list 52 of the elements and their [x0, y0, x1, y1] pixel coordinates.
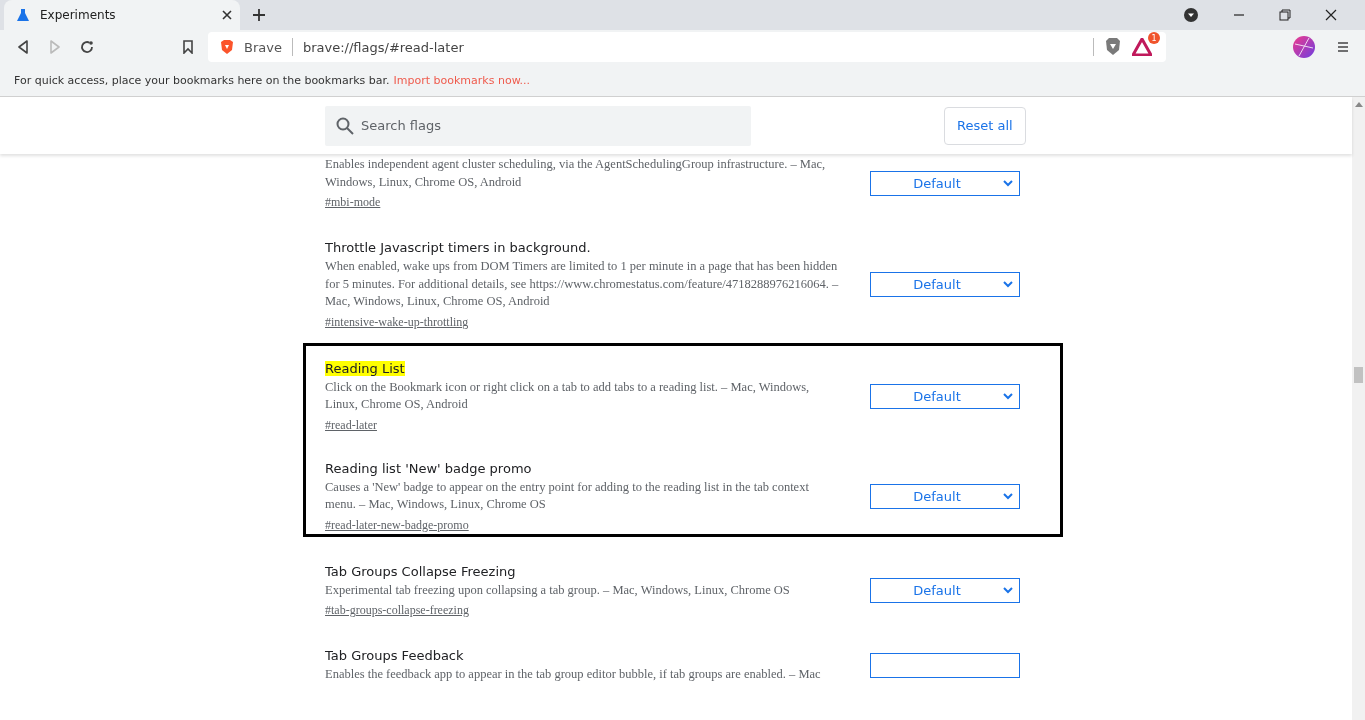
flag-link[interactable]: #read-later-new-badge-promo: [325, 517, 469, 532]
scrollbar-thumb[interactable]: [1354, 367, 1363, 383]
flag-description: Enables the feedback app to appear in the tab group editor bubble, if tab groups are enabled. – Mac: [325, 666, 822, 683]
flag-description: Experimental tab freezing upon collapsing a tab group. – Mac, Windows, Linux, Chrome OS: [325, 581, 791, 599]
flag-dropdown[interactable]: Default: [870, 384, 1020, 409]
avatar-icon[interactable]: [1293, 36, 1315, 58]
lion-shield-icon[interactable]: [1104, 37, 1122, 57]
dropdown-icon[interactable]: [1183, 7, 1199, 23]
lion-shield-icon: [220, 39, 234, 55]
flag-title: Reading List: [325, 360, 405, 376]
flag-dropdown[interactable]: [870, 652, 1020, 678]
close-icon[interactable]: [1325, 9, 1337, 21]
flag-title: Throttle Javascript timers in background.: [325, 240, 591, 255]
back-icon[interactable]: [16, 40, 30, 54]
close-icon[interactable]: [222, 10, 232, 20]
flag-link[interactable]: #mbi-mode: [325, 195, 381, 209]
chevron-down-icon: [1003, 393, 1013, 400]
flag-link[interactable]: #read-later: [325, 417, 377, 432]
flag-title: Tab Groups Feedback: [325, 648, 464, 663]
new-tab-icon[interactable]: [252, 8, 266, 22]
flag-description: When enabled, wake ups from DOM Timers are limited to 1 per minute in a page that has been hidden for 5 minutes. For additional details, see https://www.chromestatus.com/feature/4718288976216064. – Mac, Windows, Linux, Chrome OS, Android: [325, 258, 840, 310]
chevron-down-icon: [1003, 281, 1013, 289]
chevron-down-icon: [1003, 587, 1013, 595]
address-bar[interactable]: Brave brave://flags/#read-later 1: [208, 32, 1166, 62]
tab-title: Experiments: [40, 8, 117, 22]
flag-description: Click on the Bookmark icon or right click on a tab to add tabs to a reading list. – Mac, Windows, Linux, Chrome OS, Android: [325, 378, 811, 413]
flag-dropdown[interactable]: Default: [870, 484, 1020, 509]
flag-description: Causes a 'New' badge to appear on the entry point for adding to the reading list in the tab context menu. – Mac, Windows, Linux, Chrome OS: [325, 478, 810, 513]
import-bookmarks-link[interactable]: Import bookmarks now...: [393, 73, 531, 87]
scroll-up-icon[interactable]: [1354, 101, 1363, 107]
flag-dropdown[interactable]: Default: [870, 272, 1020, 298]
flag-dropdown[interactable]: Default: [870, 171, 1020, 196]
menu-icon[interactable]: [1337, 41, 1349, 53]
bookmark-icon[interactable]: [182, 40, 194, 54]
restore-icon[interactable]: [1279, 9, 1291, 21]
flag-link[interactable]: #tab-groups-collapse-freezing: [325, 603, 469, 617]
chevron-down-icon: [1003, 180, 1013, 187]
browser-tab[interactable]: Experiments: [4, 0, 240, 30]
bookmarks-hint: For quick access, place your bookmarks here on the bookmarks bar.: [14, 73, 390, 87]
site-label: Brave: [244, 39, 282, 55]
flag-link[interactable]: #intensive-wake-up-throttling: [325, 314, 469, 329]
flag-description: Enables independent agent cluster scheduling, via the AgentSchedulingGroup infrastructure. – Mac, Windows, Linux, Chrome OS, Android: [325, 156, 827, 191]
flag-title: Reading list 'New' badge promo: [325, 460, 532, 476]
flask-icon: [16, 8, 30, 22]
reload-icon[interactable]: [80, 40, 94, 54]
notification-badge: 1: [1148, 32, 1160, 44]
url-text: brave://flags/#read-later: [302, 39, 464, 55]
flag-dropdown[interactable]: Default: [870, 578, 1020, 604]
reset-all-button[interactable]: Reset all: [944, 106, 1026, 145]
flag-title: Tab Groups Collapse Freezing: [325, 563, 516, 579]
search-field[interactable]: Search flags: [325, 105, 751, 146]
chevron-down-icon: [1003, 493, 1013, 500]
